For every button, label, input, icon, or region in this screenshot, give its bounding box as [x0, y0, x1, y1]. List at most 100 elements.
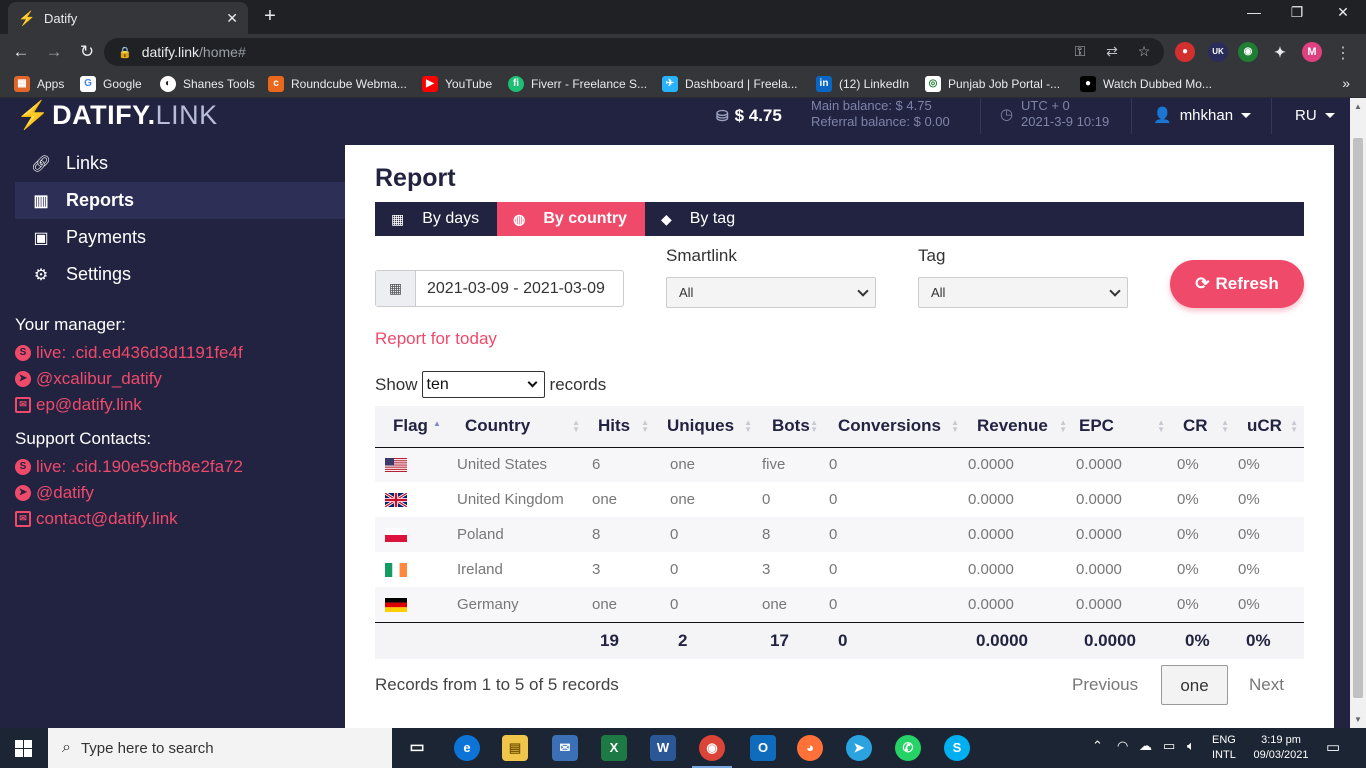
word-icon[interactable]: W	[650, 735, 676, 761]
support-email-link[interactable]: ✉ contact@datify.link	[15, 506, 243, 532]
poland-flag-icon	[385, 528, 407, 543]
profile-avatar[interactable]: M	[1302, 42, 1322, 62]
pagination-previous[interactable]: Previous	[1072, 665, 1138, 705]
refresh-button[interactable]: ⟳ Refresh	[1170, 260, 1304, 308]
manager-email-link[interactable]: ✉ ep@datify.link	[15, 392, 243, 418]
system-clock[interactable]: 3:19 pm 09/03/2021	[1253, 733, 1309, 763]
scroll-up-icon[interactable]: ▲	[1354, 102, 1362, 111]
column-header-cr[interactable]: CR ▲ ▼	[1171, 406, 1235, 448]
referral-balance: Referral balance: $ 0.00	[811, 114, 950, 129]
column-header-conversions[interactable]: Conversions ▲ ▼	[824, 406, 965, 448]
forward-arrow-icon[interactable]: →	[43, 41, 65, 63]
globe-icon: ◍	[513, 210, 526, 227]
column-header-bots[interactable]: Bots ▲ ▼	[758, 406, 824, 448]
extensions-puzzle-icon[interactable]: ✦	[1270, 42, 1290, 62]
edge-icon[interactable]: e	[454, 735, 480, 761]
cr-cell: 0%	[1171, 517, 1235, 552]
cloud-icon[interactable]: ☁	[1139, 738, 1152, 754]
smartlink-select[interactable]: All	[666, 277, 876, 308]
user-menu[interactable]: 👤 mhkhan	[1153, 106, 1252, 124]
extension-shield-icon[interactable]: ●	[1175, 42, 1195, 62]
column-header-hits[interactable]: Hits ▲ ▼	[586, 406, 655, 448]
bookmark-google[interactable]: G Google	[80, 76, 142, 92]
epc-cell: 0.0000	[1073, 552, 1171, 587]
volume-icon[interactable]: 🔈︎	[1187, 738, 1195, 754]
scroll-down-icon[interactable]: ▼	[1354, 715, 1362, 724]
translate-icon[interactable]: ⇄	[1103, 43, 1121, 60]
address-bar[interactable]: 🔒 datify.link /home#	[104, 38, 1164, 66]
column-header-country[interactable]: Country ▲ ▼	[457, 406, 586, 448]
tab-by-country[interactable]: ◍ By country	[497, 202, 645, 236]
input-language[interactable]: ENG INTL	[1212, 733, 1236, 763]
support-skype-link[interactable]: S live: .cid.190e59cfb8e2fa72	[15, 454, 243, 480]
date-range-picker[interactable]: ▦ 2021-03-09 - 2021-03-09	[375, 270, 624, 307]
scrollbar-thumb[interactable]	[1353, 138, 1363, 698]
datify-logo[interactable]: ⚡DATIFY.LINK	[16, 98, 218, 132]
tab-by-tag[interactable]: ◆ By tag	[645, 202, 753, 236]
sort-icon: ▲ ▼	[1157, 418, 1165, 434]
maximize-icon[interactable]: ❐	[1287, 4, 1307, 21]
new-tab-button[interactable]: +	[258, 4, 282, 28]
close-tab-icon[interactable]: ✕	[226, 10, 238, 27]
language-menu[interactable]: RU	[1295, 107, 1335, 124]
column-header-revenue[interactable]: Revenue ▲ ▼	[965, 406, 1073, 448]
windows-start-icon[interactable]	[15, 740, 32, 757]
pagination-next[interactable]: Next	[1249, 665, 1284, 705]
column-header-uniques[interactable]: Uniques ▲ ▼	[655, 406, 758, 448]
bookmark-shanes-tools[interactable]: ◐ Shanes Tools	[160, 76, 255, 92]
outlook-icon[interactable]: O	[750, 735, 776, 761]
back-arrow-icon[interactable]: ←	[10, 41, 32, 63]
file-explorer-icon[interactable]: ▤	[502, 735, 528, 761]
page-scrollbar[interactable]: ▲ ▼	[1350, 98, 1366, 728]
tag-select[interactable]: All	[918, 277, 1128, 308]
bookmark-youtube[interactable]: ▶ YouTube	[422, 76, 492, 92]
extension-globe-icon[interactable]: ◉	[1238, 42, 1258, 62]
column-header-epc[interactable]: EPC ▲ ▼	[1073, 406, 1171, 448]
bookmark-linkedin[interactable]: in (12) LinkedIn	[816, 76, 909, 92]
column-header-flag[interactable]: Flag ▲	[375, 406, 457, 448]
reload-icon[interactable]: ↻	[76, 41, 98, 63]
bookmarks-overflow-icon[interactable]: »	[1342, 75, 1350, 91]
vpn-uk-extension-icon[interactable]: UK	[1208, 42, 1228, 62]
totals-row: 19 2 17 0 0.0000 0.0000 0% 0%	[375, 621, 1304, 659]
sidebar-item-links[interactable]: 🔗︎ Links	[15, 145, 345, 182]
pagination-page[interactable]: one	[1161, 665, 1228, 705]
sidebar-item-reports[interactable]: ▥ Reports	[15, 182, 353, 219]
sidebar-item-settings[interactable]: ⚙ Settings	[15, 256, 345, 293]
bookmark-punjab-portal[interactable]: ◎ Punjab Job Portal -...	[925, 76, 1060, 92]
close-window-icon[interactable]: ✕	[1333, 4, 1353, 21]
taskbar-search[interactable]: ⌕ Type here to search	[48, 728, 392, 768]
support-telegram-link[interactable]: ➤ @datify	[15, 480, 243, 506]
clock-date: 09/03/2021	[1253, 749, 1309, 761]
network-icon[interactable]: ▭	[1163, 738, 1175, 754]
bookmark-apps[interactable]: ▦ Apps	[14, 76, 64, 92]
chrome-icon[interactable]: ◉	[699, 735, 725, 761]
key-icon[interactable]: ⚿	[1071, 43, 1089, 60]
bookmark-fiverr[interactable]: fi Fiverr - Freelance S...	[508, 76, 647, 92]
browser-tab-datify[interactable]: ⚡ Datify ✕	[8, 2, 248, 34]
mail-icon[interactable]: ✉	[552, 735, 578, 761]
task-view-icon[interactable]: ▭	[404, 735, 430, 761]
minimize-icon[interactable]: —	[1244, 4, 1264, 20]
bookmark-watch-dubbed[interactable]: ● Watch Dubbed Mo...	[1080, 76, 1212, 92]
telegram-icon[interactable]: ➤	[846, 735, 872, 761]
skype-icon[interactable]: S	[944, 735, 970, 761]
page-length-select[interactable]: ten	[421, 371, 545, 398]
whatsapp-icon[interactable]: ✆	[895, 735, 921, 761]
column-header-ucr[interactable]: uCR ▲ ▼	[1235, 406, 1304, 448]
wifi-icon[interactable]: ◠	[1117, 738, 1128, 754]
epc-cell: 0.0000	[1073, 482, 1171, 517]
manager-telegram-link[interactable]: ➤ @xcalibur_datify	[15, 366, 243, 392]
revenue-cell: 0.0000	[965, 517, 1073, 552]
sidebar-item-payments[interactable]: ▣ Payments	[15, 219, 345, 256]
bookmark-freelancer[interactable]: ✈ Dashboard | Freela...	[662, 76, 798, 92]
bookmark-star-icon[interactable]: ☆	[1135, 43, 1153, 60]
excel-icon[interactable]: X	[601, 735, 627, 761]
bookmark-roundcube[interactable]: c Roundcube Webma...	[268, 76, 407, 92]
manager-skype-link[interactable]: S live: .cid.ed436d3d1191fe4f	[15, 340, 243, 366]
tray-overflow-icon[interactable]: ⌃	[1092, 738, 1103, 754]
notifications-icon[interactable]: ▭	[1326, 738, 1340, 756]
tab-by-days[interactable]: ▦ By days	[375, 202, 497, 236]
more-menu-icon[interactable]: ⋮	[1334, 43, 1352, 63]
firefox-icon[interactable]: ◕	[797, 735, 823, 761]
